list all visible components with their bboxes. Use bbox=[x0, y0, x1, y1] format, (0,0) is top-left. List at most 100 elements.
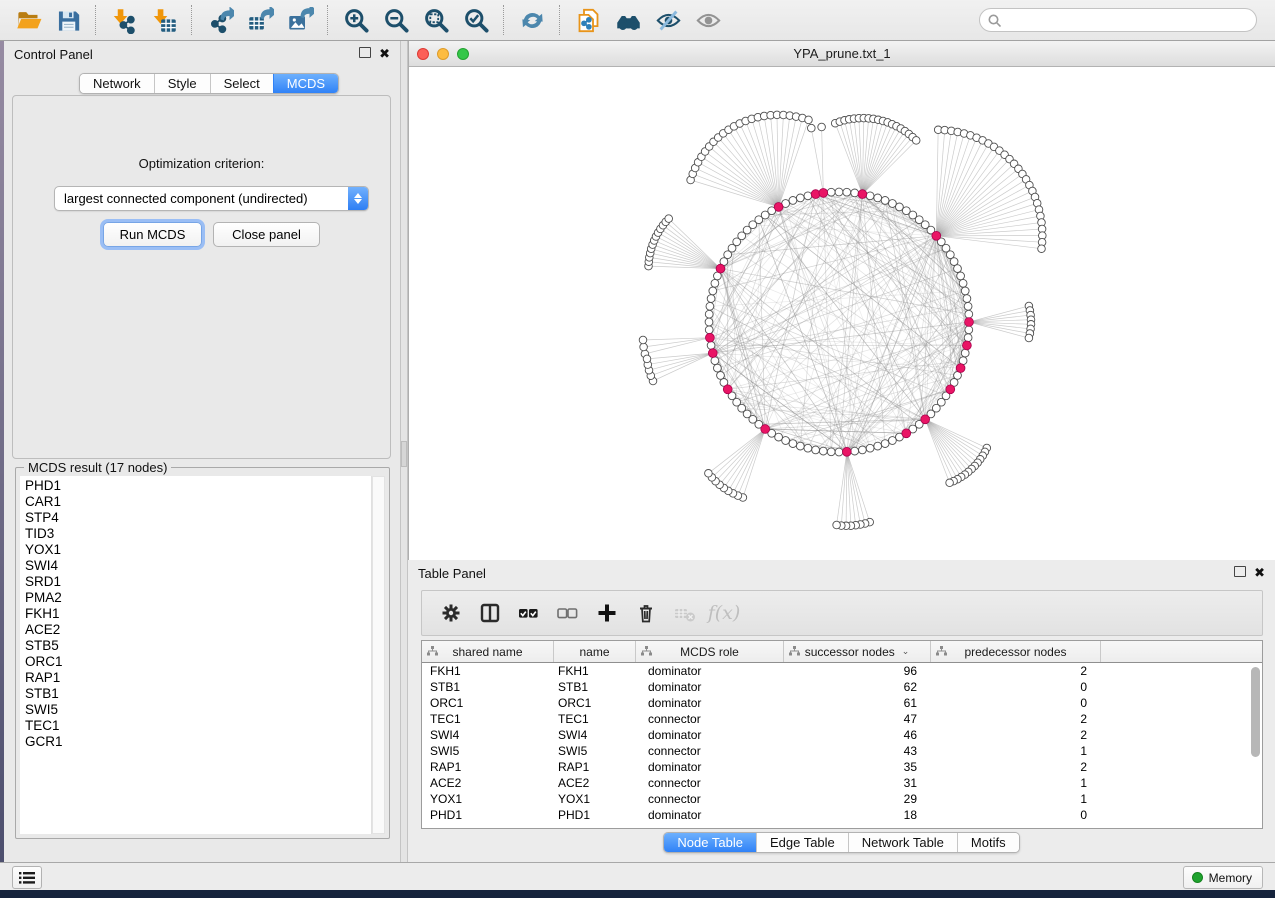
tab-mcds[interactable]: MCDS bbox=[273, 74, 338, 93]
table-row[interactable]: STB1STB1dominator620 bbox=[422, 679, 1262, 695]
graph-leaf-node[interactable] bbox=[833, 521, 841, 529]
graph-node[interactable] bbox=[711, 279, 719, 287]
network-graph[interactable] bbox=[409, 67, 1275, 560]
add-column-button[interactable] bbox=[592, 598, 622, 628]
graph-mcds-node[interactable] bbox=[761, 425, 770, 434]
graph-node[interactable] bbox=[859, 446, 867, 454]
graph-leaf-node[interactable] bbox=[1038, 245, 1046, 253]
tab-network[interactable]: Network bbox=[80, 74, 154, 93]
close-panel-button[interactable]: Close panel bbox=[213, 222, 320, 247]
tab-motifs[interactable]: Motifs bbox=[957, 833, 1019, 852]
column-header-name[interactable]: name bbox=[554, 641, 636, 662]
mcds-result-item[interactable]: SWI5 bbox=[20, 702, 371, 718]
graph-leaf-node[interactable] bbox=[643, 355, 651, 363]
graph-mcds-node[interactable] bbox=[932, 231, 941, 240]
mcds-result-item[interactable]: STB1 bbox=[20, 686, 371, 702]
search-input[interactable] bbox=[1006, 10, 1256, 30]
graph-node[interactable] bbox=[707, 342, 715, 350]
mcds-result-item[interactable]: GCR1 bbox=[20, 734, 371, 750]
zoom-in-button[interactable] bbox=[336, 3, 376, 37]
show-all-button[interactable] bbox=[688, 3, 728, 37]
import-network-button[interactable] bbox=[104, 3, 144, 37]
graph-node[interactable] bbox=[851, 447, 859, 455]
graph-node[interactable] bbox=[961, 349, 969, 357]
table-row[interactable]: SWI5SWI5connector431 bbox=[422, 743, 1262, 759]
mcds-result-item[interactable]: SWI4 bbox=[20, 558, 371, 574]
graph-leaf-node[interactable] bbox=[639, 336, 647, 344]
mcds-result-item[interactable]: RAP1 bbox=[20, 670, 371, 686]
run-mcds-button[interactable]: Run MCDS bbox=[103, 222, 202, 247]
graph-leaf-node[interactable] bbox=[1025, 334, 1033, 342]
network-canvas[interactable] bbox=[409, 67, 1275, 560]
open-file-button[interactable] bbox=[8, 3, 48, 37]
export-network-button[interactable] bbox=[200, 3, 240, 37]
mcds-result-item[interactable]: FKH1 bbox=[20, 606, 371, 622]
clone-network-button[interactable] bbox=[568, 3, 608, 37]
criterion-dropdown[interactable]: largest connected component (undirected) bbox=[54, 186, 369, 211]
memory-button[interactable]: Memory bbox=[1183, 866, 1263, 889]
graph-node[interactable] bbox=[827, 448, 835, 456]
graph-node[interactable] bbox=[796, 194, 804, 202]
graph-node[interactable] bbox=[889, 437, 897, 445]
table-row[interactable]: ORC1ORC1dominator610 bbox=[422, 695, 1262, 711]
table-row[interactable]: SWI4SWI4dominator462 bbox=[422, 727, 1262, 743]
graph-leaf-node[interactable] bbox=[912, 137, 920, 145]
settings-gear-button[interactable] bbox=[436, 598, 466, 628]
mcds-result-item[interactable]: YOX1 bbox=[20, 542, 371, 558]
graph-leaf-node[interactable] bbox=[665, 215, 673, 223]
graph-node[interactable] bbox=[835, 188, 843, 196]
graph-node[interactable] bbox=[707, 295, 715, 303]
search-box[interactable] bbox=[979, 8, 1257, 32]
graph-node[interactable] bbox=[964, 302, 972, 310]
graph-node[interactable] bbox=[881, 440, 889, 448]
graph-node[interactable] bbox=[714, 364, 722, 372]
graph-mcds-node[interactable] bbox=[921, 415, 930, 424]
tab-edge-table[interactable]: Edge Table bbox=[756, 833, 848, 852]
mcds-result-item[interactable]: TEC1 bbox=[20, 718, 371, 734]
close-table-panel-icon[interactable]: ✖ bbox=[1254, 567, 1265, 579]
mcds-result-item[interactable]: STB5 bbox=[20, 638, 371, 654]
graph-node[interactable] bbox=[866, 192, 874, 200]
tab-style[interactable]: Style bbox=[154, 74, 210, 93]
graph-node[interactable] bbox=[717, 372, 725, 380]
graph-node[interactable] bbox=[961, 287, 969, 295]
graph-node[interactable] bbox=[706, 302, 714, 310]
graph-mcds-node[interactable] bbox=[723, 385, 732, 394]
graph-node[interactable] bbox=[959, 279, 967, 287]
import-table-button[interactable] bbox=[144, 3, 184, 37]
table-row[interactable]: PHD1PHD1dominator180 bbox=[422, 807, 1262, 823]
graph-mcds-node[interactable] bbox=[708, 349, 717, 358]
graph-leaf-node[interactable] bbox=[946, 479, 954, 487]
table-scrollbar-thumb[interactable] bbox=[1251, 667, 1260, 757]
mcds-result-item[interactable]: ACE2 bbox=[20, 622, 371, 638]
graph-mcds-node[interactable] bbox=[842, 447, 851, 456]
graph-mcds-node[interactable] bbox=[774, 203, 783, 212]
graph-node[interactable] bbox=[843, 188, 851, 196]
first-neighbors-button[interactable] bbox=[608, 3, 648, 37]
graph-mcds-node[interactable] bbox=[819, 189, 828, 198]
graph-mcds-node[interactable] bbox=[716, 264, 725, 273]
graph-node[interactable] bbox=[866, 444, 874, 452]
column-header-predecessor-nodes[interactable]: predecessor nodes bbox=[931, 641, 1101, 662]
mcds-result-item[interactable]: SRD1 bbox=[20, 574, 371, 590]
graph-node[interactable] bbox=[789, 440, 797, 448]
mcds-result-item[interactable]: ORC1 bbox=[20, 654, 371, 670]
float-panel-icon[interactable] bbox=[359, 47, 371, 60]
graph-mcds-node[interactable] bbox=[946, 385, 955, 394]
toggle-panel-button[interactable] bbox=[475, 598, 505, 628]
graph-mcds-node[interactable] bbox=[963, 341, 972, 350]
mcds-list-scrollbar[interactable] bbox=[372, 476, 385, 834]
column-header-MCDS-role[interactable]: MCDS role bbox=[636, 641, 784, 662]
table-row[interactable]: FKH1FKH1dominator962 bbox=[422, 663, 1262, 679]
float-table-panel-icon[interactable] bbox=[1234, 566, 1246, 579]
column-header-shared-name[interactable]: shared name bbox=[422, 641, 554, 662]
graph-leaf-node[interactable] bbox=[640, 343, 648, 351]
graph-node[interactable] bbox=[804, 444, 812, 452]
graph-node[interactable] bbox=[789, 197, 797, 205]
graph-node[interactable] bbox=[812, 446, 820, 454]
graph-node[interactable] bbox=[819, 447, 827, 455]
task-history-button[interactable] bbox=[12, 866, 42, 889]
graph-node[interactable] bbox=[954, 265, 962, 273]
graph-mcds-node[interactable] bbox=[956, 364, 965, 373]
graph-node[interactable] bbox=[711, 357, 719, 365]
